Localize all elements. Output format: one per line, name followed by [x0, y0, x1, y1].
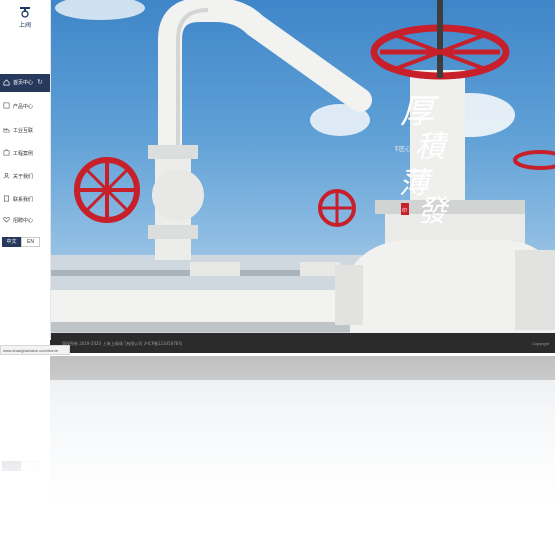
logo-icon [20, 7, 30, 18]
headline-char-1: 厚 [400, 92, 439, 132]
product-icon [3, 102, 10, 109]
page-footer: 版权所有 2019-2020 上海上阀阀门有限公司 沪ICP备12345678号… [50, 333, 555, 353]
reflection-image [50, 380, 555, 506]
sidebar-item-label: 首页中心 [13, 80, 34, 86]
sidebar-item-industry[interactable]: 工业互联 [0, 124, 50, 136]
logo-text: 上阀 [18, 22, 31, 29]
sidebar-item-label: 招聘中心 [13, 218, 34, 224]
reflection-footer [50, 356, 555, 380]
seal-stamp: 印 [402, 207, 407, 214]
sidebar-item-contact[interactable]: 联系我们 [0, 193, 50, 205]
recruit-icon [3, 217, 10, 223]
industry-icon [3, 128, 10, 133]
refresh-icon: ↻ [37, 79, 43, 86]
reflection-lang-cn [2, 461, 21, 471]
hero-headline: 厚 積 薄 發 百年匠心 印 [387, 85, 465, 229]
screen-reflection [0, 356, 555, 506]
sidebar-item-home[interactable]: 首页中心 ↻ [0, 74, 50, 92]
sidebar-item-label: 关于我们 [13, 174, 34, 180]
sidebar-item-about[interactable]: 关于我们 [0, 170, 50, 182]
sidebar-item-cases[interactable]: 工程案例 [0, 147, 50, 159]
browser-viewport: 上阀 首页中心 ↻ 产品中心 工业互联 工程案例 关于我们 联系我们 招聘中心 … [0, 0, 555, 355]
hero-banner: 厚 積 薄 發 百年匠心 印 [50, 0, 555, 333]
sidebar-item-recruit[interactable]: 招聘中心 [0, 214, 50, 226]
language-switch: 中文 EN [2, 237, 40, 247]
headline-char-4: 發 [417, 194, 451, 225]
valve-photo [50, 0, 555, 333]
status-url-tooltip: www.shanghaivalve.com/home [0, 345, 70, 355]
reflection-lang [2, 461, 40, 471]
sidebar-item-label: 工业互联 [13, 128, 34, 134]
headline-calligraphy: 厚 積 薄 發 百年匠心 印 [387, 92, 451, 229]
contact-icon [4, 195, 9, 202]
sidebar-item-label: 产品中心 [13, 104, 34, 110]
sidebar: 上阀 首页中心 ↻ 产品中心 工业互联 工程案例 关于我们 联系我们 招聘中心 … [0, 0, 51, 340]
site-logo[interactable]: 上阀 [0, 6, 50, 36]
lang-cn-button[interactable]: 中文 [2, 237, 21, 247]
lang-en-button[interactable]: EN [21, 237, 40, 247]
sidebar-item-label: 工程案例 [13, 151, 34, 157]
footer-copyright: 版权所有 2019-2020 上海上阀阀门有限公司 沪ICP备12345678号 [62, 341, 183, 346]
sidebar-item-label: 联系我们 [13, 197, 34, 203]
about-icon [3, 172, 10, 179]
case-icon [3, 149, 10, 156]
footer-right-text: Copyright [531, 341, 549, 346]
headline-char-2: 積 [415, 130, 449, 165]
headline-subtext: 百年匠心 [395, 145, 411, 153]
home-icon [3, 79, 10, 86]
sidebar-item-products[interactable]: 产品中心 [0, 100, 50, 112]
reflection-lang-en [21, 461, 40, 471]
